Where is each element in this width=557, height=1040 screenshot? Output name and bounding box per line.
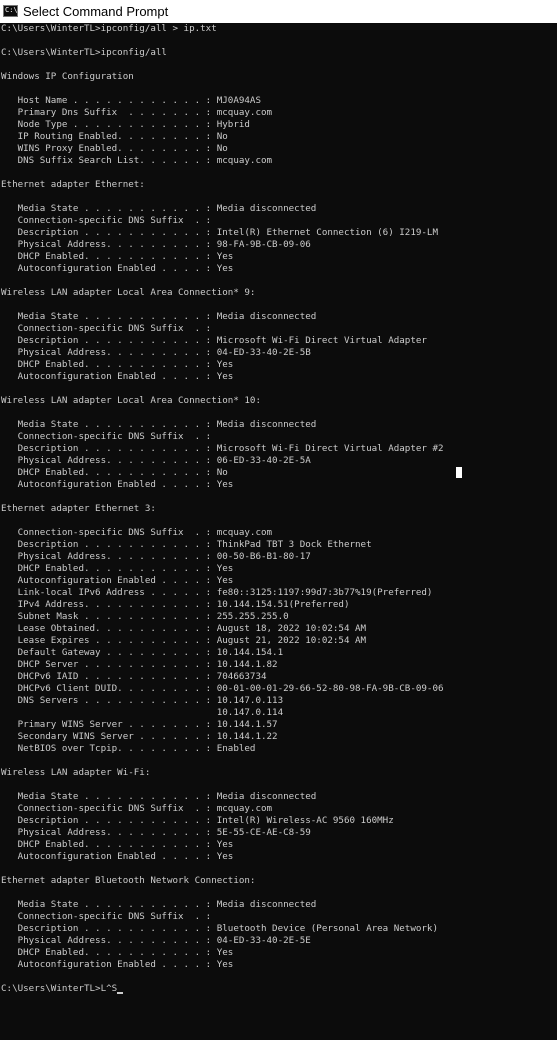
- console-line: Lease Expires . . . . . . . . . . : Augu…: [1, 635, 367, 646]
- console-line: Autoconfiguration Enabled . . . . : Yes: [1, 851, 234, 862]
- console-line: Wireless LAN adapter Local Area Connecti…: [1, 287, 256, 298]
- console-line: Secondary WINS Server . . . . . . : 10.1…: [1, 731, 278, 742]
- console-line: Wireless LAN adapter Local Area Connecti…: [1, 395, 261, 406]
- console-line: Description . . . . . . . . . . . : Micr…: [1, 443, 444, 454]
- console-line: Node Type . . . . . . . . . . . . : Hybr…: [1, 119, 250, 130]
- console-line: Primary Dns Suffix . . . . . . . : mcqua…: [1, 107, 273, 118]
- mouse-text-caret: [456, 467, 462, 478]
- console-line: WINS Proxy Enabled. . . . . . . . : No: [1, 143, 228, 154]
- command-prompt-line[interactable]: C:\Users\WinterTL>L^S: [1, 983, 557, 995]
- console-line: DHCP Enabled. . . . . . . . . . . : Yes: [1, 359, 234, 370]
- console-line: Physical Address. . . . . . . . . : 06-E…: [1, 455, 311, 466]
- console-line: Ethernet adapter Ethernet:: [1, 179, 145, 190]
- console-line: Windows IP Configuration: [1, 71, 134, 82]
- console-line: Description . . . . . . . . . . . : Inte…: [1, 815, 394, 826]
- console-line: DHCP Enabled. . . . . . . . . . . : Yes: [1, 251, 234, 262]
- console-line: Host Name . . . . . . . . . . . . : MJ0A…: [1, 95, 261, 106]
- console-line: Connection-specific DNS Suffix . :: [1, 431, 212, 442]
- console-line: DNS Servers . . . . . . . . . . . : 10.1…: [1, 695, 284, 706]
- console-line: DHCPv6 Client DUID. . . . . . . . : 00-0…: [1, 683, 444, 694]
- console-line: IP Routing Enabled. . . . . . . . : No: [1, 131, 228, 142]
- console-line: DHCP Enabled. . . . . . . . . . . : Yes: [1, 947, 234, 958]
- console-line: Autoconfiguration Enabled . . . . : Yes: [1, 371, 234, 382]
- console-line: DHCP Enabled. . . . . . . . . . . : No: [1, 467, 228, 478]
- console-line: Description . . . . . . . . . . . : Micr…: [1, 335, 427, 346]
- console-line: Default Gateway . . . . . . . . . : 10.1…: [1, 647, 284, 658]
- console-line: Media State . . . . . . . . . . . : Medi…: [1, 311, 317, 322]
- console-line: Media State . . . . . . . . . . . : Medi…: [1, 419, 317, 430]
- console-icon: C:\: [3, 5, 18, 17]
- console-line: Connection-specific DNS Suffix . : mcqua…: [1, 527, 273, 538]
- console-line: Connection-specific DNS Suffix . :: [1, 323, 212, 334]
- console-line: NetBIOS over Tcpip. . . . . . . . : Enab…: [1, 743, 256, 754]
- console-line: Media State . . . . . . . . . . . : Medi…: [1, 791, 317, 802]
- console-line: Wireless LAN adapter Wi-Fi:: [1, 767, 151, 778]
- console-line: Physical Address. . . . . . . . . : 04-E…: [1, 935, 311, 946]
- console-line: Autoconfiguration Enabled . . . . : Yes: [1, 479, 234, 490]
- console-line: Physical Address. . . . . . . . . : 5E-5…: [1, 827, 311, 838]
- console-line: Connection-specific DNS Suffix . :: [1, 911, 212, 922]
- prompt-text: C:\Users\WinterTL>L^S: [1, 983, 118, 994]
- console-output[interactable]: C:\Users\WinterTL>ipconfig/all > ip.txt C…: [0, 23, 557, 1040]
- console-line: 10.147.0.114: [1, 707, 284, 718]
- console-line: Description . . . . . . . . . . . : Inte…: [1, 227, 438, 238]
- console-line: Media State . . . . . . . . . . . : Medi…: [1, 899, 317, 910]
- window-title: Select Command Prompt: [23, 3, 169, 19]
- console-line: Lease Obtained. . . . . . . . . . : Augu…: [1, 623, 367, 634]
- console-line: Autoconfiguration Enabled . . . . : Yes: [1, 959, 234, 970]
- console-line: C:\Users\WinterTL>ipconfig/all > ip.txt: [1, 23, 217, 34]
- console-line: Primary WINS Server . . . . . . . : 10.1…: [1, 719, 278, 730]
- console-line: Connection-specific DNS Suffix . : mcqua…: [1, 803, 273, 814]
- console-icon-glyph: C:\: [5, 6, 18, 14]
- console-line: Autoconfiguration Enabled . . . . : Yes: [1, 575, 234, 586]
- text-cursor: [117, 992, 124, 994]
- console-line: DHCP Enabled. . . . . . . . . . . : Yes: [1, 839, 234, 850]
- title-bar[interactable]: C:\ Select Command Prompt: [0, 0, 557, 23]
- console-line: Subnet Mask . . . . . . . . . . . : 255.…: [1, 611, 289, 622]
- console-line: DHCP Server . . . . . . . . . . . : 10.1…: [1, 659, 278, 670]
- console-line: Ethernet adapter Ethernet 3:: [1, 503, 156, 514]
- console-line: Description . . . . . . . . . . . : Thin…: [1, 539, 372, 550]
- console-line: Physical Address. . . . . . . . . : 00-5…: [1, 551, 311, 562]
- console-line: Description . . . . . . . . . . . : Blue…: [1, 923, 438, 934]
- console-line: IPv4 Address. . . . . . . . . . . : 10.1…: [1, 599, 350, 610]
- console-line: Physical Address. . . . . . . . . : 98-F…: [1, 239, 311, 250]
- console-line: DHCPv6 IAID . . . . . . . . . . . : 7046…: [1, 671, 267, 682]
- console-line: Autoconfiguration Enabled . . . . : Yes: [1, 263, 234, 274]
- console-line: Media State . . . . . . . . . . . : Medi…: [1, 203, 317, 214]
- console-line: C:\Users\WinterTL>ipconfig/all: [1, 47, 167, 58]
- console-line: DNS Suffix Search List. . . . . . : mcqu…: [1, 155, 273, 166]
- console-line: Link-local IPv6 Address . . . . . : fe80…: [1, 587, 433, 598]
- console-line: Connection-specific DNS Suffix . :: [1, 215, 212, 226]
- console-line: DHCP Enabled. . . . . . . . . . . : Yes: [1, 563, 234, 574]
- console-line: Physical Address. . . . . . . . . : 04-E…: [1, 347, 311, 358]
- console-line: Ethernet adapter Bluetooth Network Conne…: [1, 875, 256, 886]
